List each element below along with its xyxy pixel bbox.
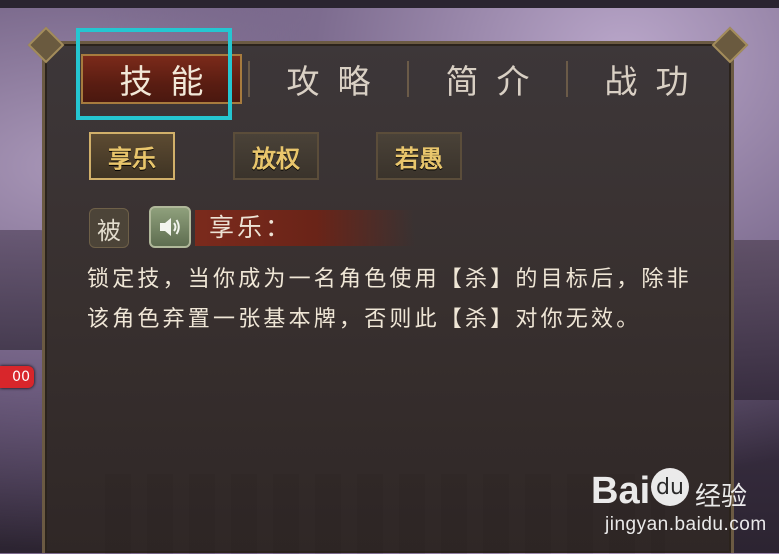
watermark-brand: Bai <box>591 470 651 512</box>
tab-intro[interactable]: 简介 <box>409 50 566 108</box>
tab-strategy[interactable]: 攻略 <box>250 50 407 108</box>
paw-icon: du <box>651 468 689 506</box>
decorative-background-texture <box>105 474 665 554</box>
play-voice-button[interactable] <box>149 206 191 248</box>
panel-corner-ornament <box>27 26 65 64</box>
tab-label: 战功 <box>604 62 707 101</box>
watermark-cn: 经验 <box>695 482 748 512</box>
baidu-watermark: Bai du 经验 jingyan.baidu.com <box>591 468 771 540</box>
tab-bar: 技能 攻略 简介 战功 <box>75 50 725 108</box>
side-count-badge: 00 <box>0 366 34 388</box>
tab-achievements[interactable]: 战功 <box>568 50 725 108</box>
top-bar <box>0 0 779 8</box>
skill-button-ruoyu[interactable]: 若愚 <box>376 132 462 180</box>
skill-title: 享乐： <box>209 213 294 242</box>
tab-label: 简介 <box>445 62 548 101</box>
skill-button-fangquan[interactable]: 放权 <box>233 132 319 180</box>
speaker-icon <box>160 218 180 236</box>
passive-tag: 被 <box>89 208 129 248</box>
tab-skills[interactable]: 技能 <box>81 54 242 104</box>
tab-label: 技能 <box>119 62 222 101</box>
tab-label: 攻略 <box>286 62 389 101</box>
watermark-url: jingyan.baidu.com <box>605 514 767 535</box>
skill-button-xiangle[interactable]: 享乐 <box>89 132 175 180</box>
skill-description: 锁定技，当你成为一名角色使用【杀】的目标后，除非该角色弃置一张基本牌，否则此【杀… <box>87 267 692 332</box>
